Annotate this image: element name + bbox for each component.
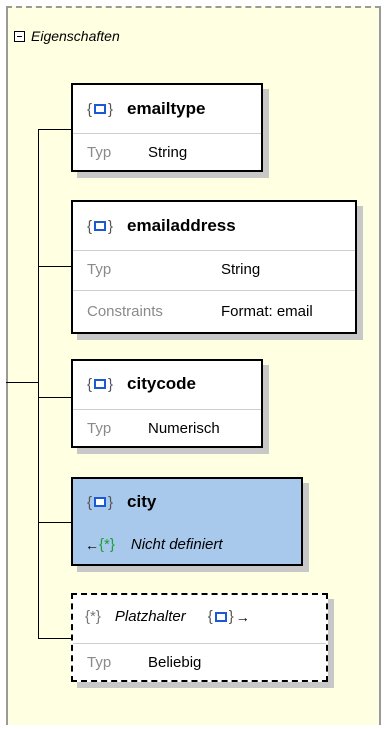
prop-label-typ: Typ — [87, 261, 112, 278]
prop-value-typ: String — [148, 144, 188, 161]
prop-value-constraints: Format: email — [221, 303, 313, 320]
element-icon: {} — [87, 217, 114, 235]
arrow-right-icon: → — [235, 608, 250, 625]
element-card-citycode[interactable]: {} citycode Typ Numerisch — [71, 359, 263, 448]
element-card-city[interactable]: {} city ← {*} Nicht definiert — [71, 477, 303, 566]
group-label: Eigenschaften — [31, 28, 120, 44]
connector-branch-2 — [38, 266, 72, 267]
element-reference-icon: {} — [207, 608, 234, 625]
connector-branch-1 — [38, 129, 72, 130]
prop-label-constraints: Constraints — [87, 303, 163, 320]
group-header: Eigenschaften — [14, 28, 120, 44]
reference-label: Nicht definiert — [130, 536, 223, 553]
element-card-emailtype[interactable]: {} emailtype Typ String — [71, 83, 263, 172]
element-title: city — [127, 492, 157, 511]
element-title: citycode — [127, 374, 197, 393]
element-card-emailaddress[interactable]: {} emailaddress Typ String Constraints F… — [71, 200, 357, 334]
prop-label-typ: Typ — [87, 420, 112, 437]
element-title: emailtype — [127, 99, 206, 118]
element-title: emailaddress — [127, 216, 236, 235]
wildcard-green-icon: {*} — [99, 536, 115, 553]
prop-value-typ: String — [221, 261, 261, 278]
wildcard-title: Platzhalter — [114, 608, 186, 625]
connector-main — [6, 382, 38, 383]
collapse-minus-icon[interactable] — [14, 30, 25, 42]
reference-arrow-icon: ← — [85, 536, 99, 553]
connector-branch-5 — [38, 638, 72, 639]
connector-branch-4 — [38, 522, 72, 523]
wildcard-card-platzhalter[interactable]: {*} Platzhalter {} → Typ Beliebig — [71, 593, 328, 682]
prop-label-typ: Typ — [87, 144, 112, 161]
prop-value-typ: Numerisch — [148, 420, 220, 437]
prop-value-typ: Beliebig — [148, 654, 202, 671]
element-icon: {} — [87, 100, 114, 118]
element-icon: {} — [87, 493, 114, 511]
connector-trunk — [38, 129, 39, 638]
element-icon: {} — [87, 375, 114, 393]
connector-branch-3 — [38, 397, 72, 398]
wildcard-icon: {*} — [85, 608, 101, 625]
prop-label-typ: Typ — [87, 654, 112, 671]
